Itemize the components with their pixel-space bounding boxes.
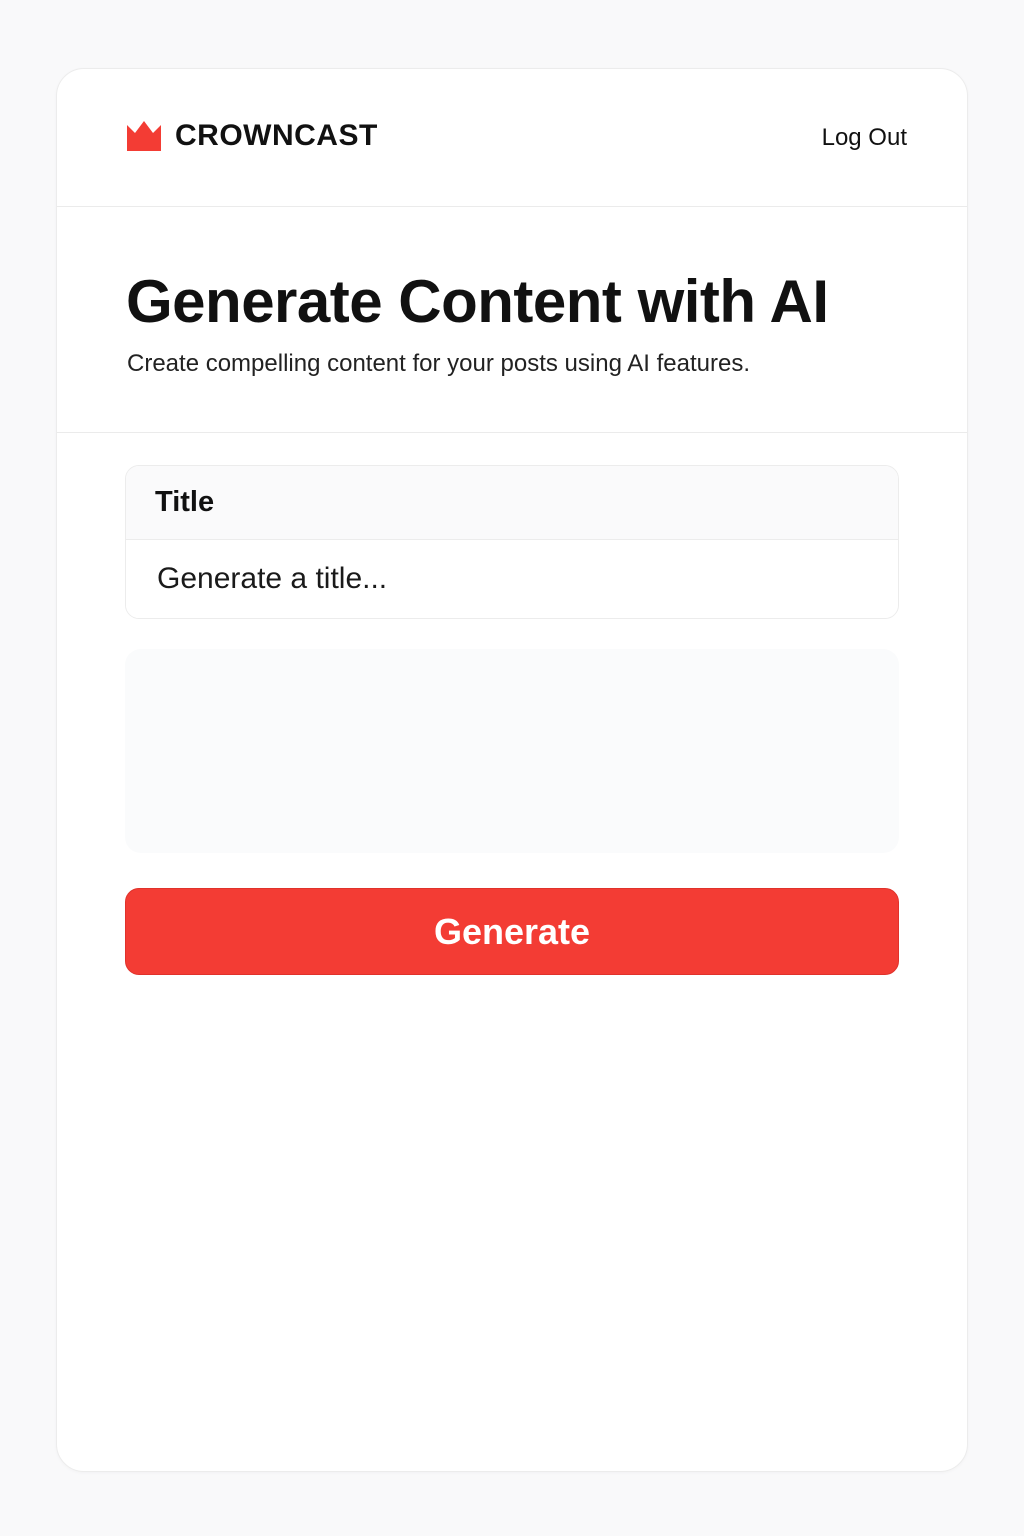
crown-icon: [127, 121, 161, 151]
hero-section: Generate Content with AI Create compelli…: [57, 207, 967, 433]
generate-form: Title Generate: [125, 465, 899, 975]
top-header: CROWNCAST Log Out: [57, 69, 967, 207]
brand-logo[interactable]: CROWNCAST: [127, 119, 378, 153]
logout-button[interactable]: Log Out: [822, 124, 907, 152]
page-subtitle: Create compelling content for your posts…: [127, 350, 751, 377]
title-field: Title: [125, 465, 899, 619]
brand-name: CROWNCAST: [175, 119, 378, 152]
title-input[interactable]: [126, 540, 898, 618]
content-textarea[interactable]: [125, 649, 899, 853]
page-title: Generate Content with AI: [126, 268, 829, 335]
title-label: Title: [126, 466, 898, 540]
generate-button[interactable]: Generate: [125, 888, 899, 975]
